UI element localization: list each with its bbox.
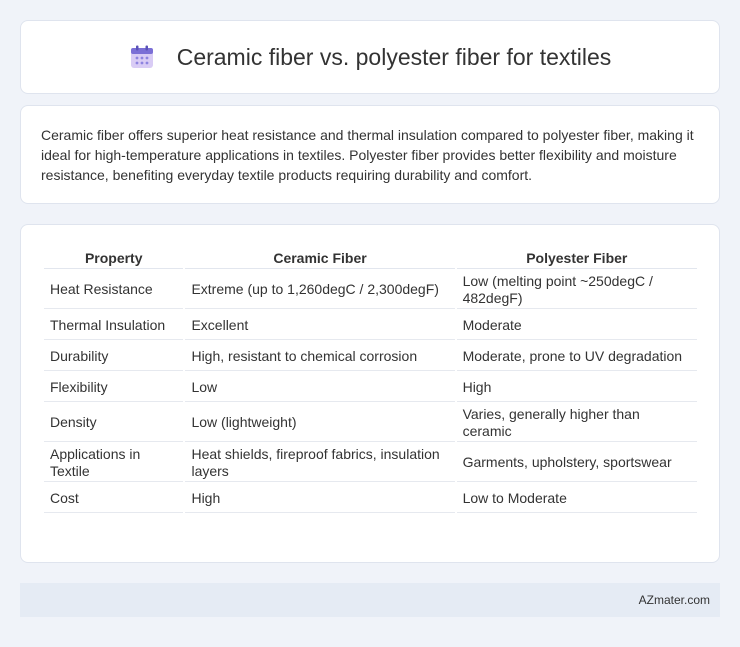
footer-bar: AZmater.com	[20, 583, 720, 617]
cell-property: Thermal Insulation	[44, 311, 184, 340]
cell-polyester: High	[456, 373, 697, 402]
comparison-table: Property Ceramic Fiber Polyester Fiber H…	[42, 245, 699, 515]
cell-ceramic: Excellent	[185, 311, 455, 340]
table-row: Flexibility Low High	[44, 373, 697, 402]
cell-ceramic: High	[185, 484, 455, 513]
calendar-icon	[129, 44, 155, 70]
cell-property: Heat Resistance	[44, 271, 184, 309]
cell-property: Applications in Textile	[44, 444, 184, 482]
page-title: Ceramic fiber vs. polyester fiber for te…	[176, 43, 612, 70]
table-header-row: Property Ceramic Fiber Polyester Fiber	[44, 247, 697, 269]
cell-polyester: Moderate	[456, 311, 697, 340]
header-polyester-fiber: Polyester Fiber	[456, 247, 697, 269]
table-row: Heat Resistance Extreme (up to 1,260degC…	[44, 271, 697, 309]
cell-property: Cost	[44, 484, 184, 513]
table-row: Cost High Low to Moderate	[44, 484, 697, 513]
summary-card: Ceramic fiber offers superior heat resis…	[20, 105, 720, 204]
table-row: Applications in Textile Heat shields, fi…	[44, 444, 697, 482]
cell-property: Flexibility	[44, 373, 184, 402]
comparison-table-card: Property Ceramic Fiber Polyester Fiber H…	[20, 224, 720, 563]
table-row: Density Low (lightweight) Varies, genera…	[44, 404, 697, 442]
cell-polyester: Low to Moderate	[456, 484, 697, 513]
cell-ceramic: Extreme (up to 1,260degC / 2,300degF)	[185, 271, 455, 309]
header-property: Property	[44, 247, 184, 269]
cell-polyester: Moderate, prone to UV degradation	[456, 342, 697, 371]
cell-ceramic: Low (lightweight)	[185, 404, 455, 442]
cell-polyester: Garments, upholstery, sportswear	[456, 444, 697, 482]
cell-ceramic: Heat shields, fireproof fabrics, insulat…	[185, 444, 455, 482]
footer-site-name: AZmater.com	[638, 593, 710, 607]
cell-property: Durability	[44, 342, 184, 371]
title-card: Ceramic fiber vs. polyester fiber for te…	[20, 20, 720, 94]
summary-text: Ceramic fiber offers superior heat resis…	[41, 127, 694, 183]
cell-ceramic: Low	[185, 373, 455, 402]
header-ceramic-fiber: Ceramic Fiber	[185, 247, 455, 269]
table-row: Thermal Insulation Excellent Moderate	[44, 311, 697, 340]
cell-polyester: Low (melting point ~250degC / 482degF)	[456, 271, 697, 309]
cell-property: Density	[44, 404, 184, 442]
cell-ceramic: High, resistant to chemical corrosion	[185, 342, 455, 371]
table-row: Durability High, resistant to chemical c…	[44, 342, 697, 371]
cell-polyester: Varies, generally higher than ceramic	[456, 404, 697, 442]
